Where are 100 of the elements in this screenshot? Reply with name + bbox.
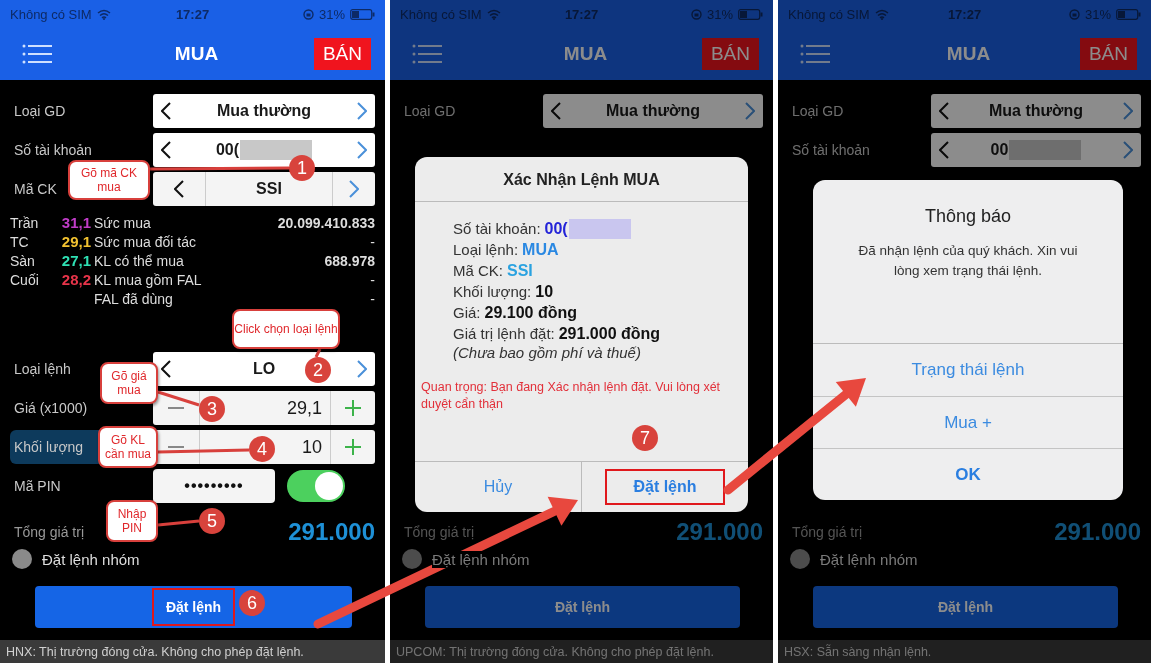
screen-title: MUA	[174, 43, 219, 65]
metric-label: KL có thể mua	[94, 252, 185, 269]
metric-label: Sức mua	[94, 214, 152, 231]
field-label: Loại GD	[403, 103, 456, 119]
rotation-lock-icon	[1069, 8, 1080, 20]
detail-line: Giá: 29.100 đồng	[453, 302, 578, 323]
callout-note: Nhập PIN	[106, 500, 158, 542]
radio-button[interactable]	[790, 549, 810, 569]
menu-icon[interactable]	[800, 44, 830, 64]
total-label: Tổng giá trị	[791, 524, 863, 540]
dialog-button[interactable]: Đặt lệnh	[581, 462, 748, 512]
minus-icon[interactable]	[168, 406, 184, 410]
chevron-right-icon[interactable]	[357, 102, 367, 120]
wifi-icon	[874, 8, 889, 20]
detail-line: Loại lệnh: MUA	[453, 239, 560, 260]
chevron-right-icon[interactable]	[357, 360, 367, 378]
clock-time: 17:27	[174, 6, 211, 22]
fee-note: (Chưa bao gồm phí và thuế)	[453, 344, 642, 363]
detail-line: Mã CK: SSI	[453, 260, 534, 281]
chevron-right-icon[interactable]	[1123, 141, 1133, 159]
detail-line: Khối lượng: 10	[453, 281, 555, 302]
leader-line	[157, 390, 200, 407]
callout-note: Gõ KL cần mua	[98, 426, 158, 468]
battery-percent: 31%	[706, 6, 733, 22]
dialog-title: Xác Nhận Lệnh MUA	[415, 157, 748, 202]
rotation-lock-icon	[303, 8, 314, 20]
market-status-bar: HNX: Thị trường đóng cửa. Không cho phép đặt lệnh.	[0, 640, 385, 663]
detail-line: Giá trị lệnh đặt: 291.000 đồng	[453, 323, 662, 344]
sell-button[interactable]: BÁN	[701, 38, 759, 70]
group-order-label[interactable]: Đặt lệnh nhóm	[432, 550, 530, 568]
field-label: Loại GD	[791, 103, 844, 119]
callout-note: Gõ mã CK mua	[68, 160, 150, 200]
dialog-title: Thông báo	[923, 205, 1013, 228]
carrier-text: Không có SIM	[10, 6, 92, 22]
plus-icon[interactable]	[345, 439, 361, 455]
wifi-icon	[486, 8, 501, 20]
plus-icon[interactable]	[345, 400, 361, 416]
metric-value: -	[370, 271, 375, 288]
battery-percent: 31%	[1085, 6, 1111, 22]
chevron-right-icon[interactable]	[745, 102, 755, 120]
place-order-button[interactable]: Đặt lệnh	[813, 586, 1118, 628]
field-label: Số tài khoản	[13, 142, 92, 158]
place-order-button[interactable]: Đặt lệnh	[425, 586, 740, 628]
dialog-button[interactable]: Hủy	[415, 462, 581, 512]
metric-value: 688.978	[324, 252, 375, 269]
price-label: Sàn	[10, 252, 36, 269]
picker-field[interactable]: Mua thường	[931, 94, 1141, 128]
metric-label: Sức mua đối tác	[94, 233, 197, 250]
dialog-button[interactable]: Trạng thái lệnh	[813, 344, 1123, 396]
battery-icon	[738, 8, 763, 20]
price-label: Trần	[10, 214, 40, 231]
chevron-left-icon[interactable]	[174, 180, 184, 198]
total-value: 291.000	[288, 518, 375, 546]
total-value: 291.000	[1054, 518, 1141, 546]
detail-line: Số tài khoản: 00(	[453, 218, 738, 239]
screen-title: MUA	[563, 43, 608, 65]
price-label: Cuối	[10, 271, 40, 288]
market-status-bar: HSX: Sẵn sàng nhận lệnh.	[778, 640, 1151, 663]
rotation-lock-icon	[690, 8, 702, 20]
chevron-left-icon[interactable]	[161, 360, 171, 378]
callout-note: Click chọn loại lệnh	[232, 309, 340, 349]
chevron-left-icon[interactable]	[939, 141, 949, 159]
price-value: 31,1	[60, 214, 91, 231]
radio-button[interactable]	[12, 549, 32, 569]
chevron-right-icon[interactable]	[357, 141, 367, 159]
menu-icon[interactable]	[22, 44, 52, 64]
pin-field[interactable]: •••••••••	[153, 469, 275, 503]
screen-title: MUA	[946, 43, 991, 65]
chevron-left-icon[interactable]	[939, 102, 949, 120]
toggle-switch[interactable]	[287, 470, 345, 502]
radio-button[interactable]	[402, 549, 422, 569]
sell-button[interactable]: BÁN	[1079, 38, 1137, 70]
field-label: Loại GD	[13, 103, 66, 119]
price-value: 28,2	[60, 271, 91, 288]
field-label: Loại lệnh	[13, 361, 71, 377]
sell-button[interactable]: BÁN	[313, 38, 371, 70]
total-label: Tổng giá trị	[13, 524, 85, 540]
chevron-left-icon[interactable]	[161, 102, 171, 120]
leader-line	[157, 519, 200, 527]
price-label: TC	[10, 233, 30, 250]
price-value: 27,1	[60, 252, 91, 269]
metric-label: KL mua gồm FAL	[94, 271, 203, 288]
chevron-right-icon[interactable]	[1123, 102, 1133, 120]
menu-icon[interactable]	[412, 44, 442, 64]
picker-field[interactable]: 00	[931, 133, 1141, 167]
chevron-right-icon[interactable]	[349, 180, 359, 198]
battery-percent: 31%	[319, 6, 345, 22]
dialog-button[interactable]: OK	[813, 448, 1123, 500]
clock-time: 17:27	[946, 6, 983, 22]
battery-icon	[1116, 8, 1141, 20]
picker-field[interactable]: Mua thường	[543, 94, 763, 128]
total-value: 291.000	[676, 518, 763, 546]
market-status-bar: UPCOM: Thị trường đóng cửa. Không cho phép đặt lệnh.	[390, 640, 773, 663]
carrier-text: Không có SIM	[788, 6, 870, 22]
metric-value: -	[370, 290, 375, 307]
chevron-left-icon[interactable]	[551, 102, 561, 120]
minus-icon[interactable]	[168, 445, 184, 449]
chevron-left-icon[interactable]	[161, 141, 171, 159]
battery-icon	[350, 8, 375, 20]
picker-field[interactable]: Mua thường	[153, 94, 375, 128]
